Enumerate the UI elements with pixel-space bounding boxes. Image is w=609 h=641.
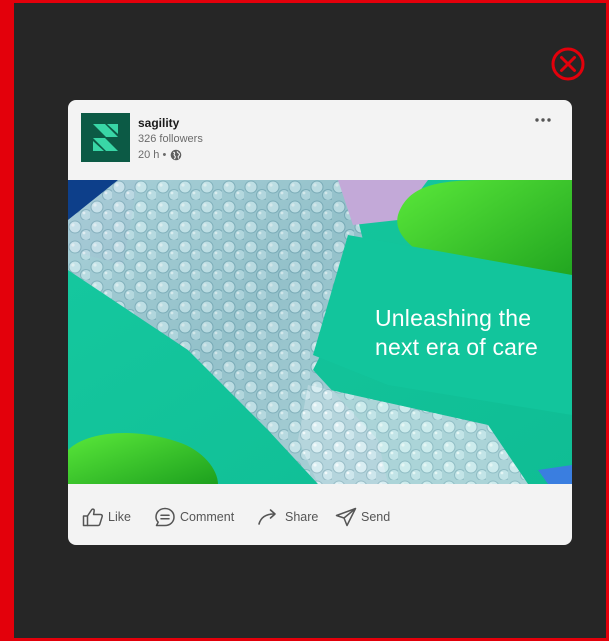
send-button[interactable]: Send: [335, 506, 390, 528]
comment-icon: [155, 507, 175, 527]
send-label: Send: [361, 510, 391, 524]
post-header: sagility 326 followers 20 h •: [68, 100, 572, 180]
comment-label: Comment: [180, 510, 235, 524]
post-time: 20 h •: [138, 149, 167, 161]
company-name[interactable]: sagility: [138, 116, 179, 130]
share-label: Share: [285, 510, 319, 524]
sagility-logo[interactable]: [81, 113, 130, 162]
post-timestamp: 20 h •: [138, 149, 182, 161]
close-icon: [551, 47, 585, 81]
like-label: Like: [108, 510, 131, 524]
thumbs-up-icon: [82, 508, 103, 527]
post-actions-bar: Like Comment Share Send: [68, 484, 572, 545]
send-icon: [335, 507, 357, 527]
share-button[interactable]: Share: [257, 506, 318, 528]
like-button[interactable]: Like: [82, 506, 131, 528]
post-image[interactable]: Unleashing the next era of care: [68, 180, 572, 484]
post-card: sagility 326 followers 20 h • Unleashing…: [68, 100, 572, 545]
close-button[interactable]: [550, 46, 586, 82]
more-options-icon: [535, 118, 551, 122]
headline-line-1: Unleashing the: [375, 305, 532, 331]
share-arrow-icon: [258, 509, 276, 525]
follower-count: 326 followers: [138, 133, 203, 145]
globe-icon: [171, 149, 182, 161]
comment-button[interactable]: Comment: [154, 506, 234, 528]
headline-line-2: next era of care: [375, 334, 539, 360]
more-options-button[interactable]: [532, 110, 556, 130]
post-headline: Unleashing the next era of care: [375, 304, 565, 362]
